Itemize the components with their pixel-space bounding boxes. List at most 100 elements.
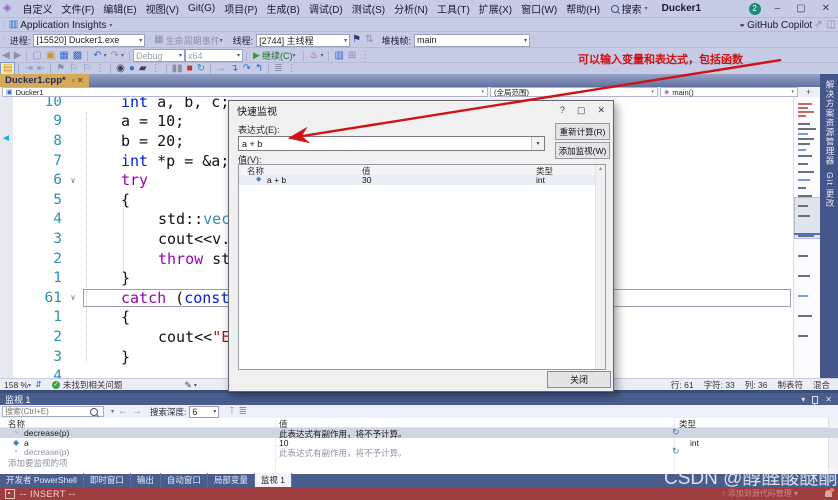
watch-row[interactable]: ◔ decrease(p) 此表达式有副作用，将不予计算。 ↻ xyxy=(0,446,838,458)
flag-threads-icon[interactable]: ⚑ xyxy=(350,34,363,46)
menu-工具(T)[interactable]: 工具(T) xyxy=(433,1,475,16)
copilot-label[interactable]: GitHub Copilot xyxy=(747,20,812,31)
edit-pencil-icon[interactable]: ✎ xyxy=(182,380,194,391)
panel-tab-即时窗口[interactable]: 即时窗口 xyxy=(84,473,131,487)
configuration-select[interactable]: Debug ▾ xyxy=(133,49,186,62)
watch-format-icon[interactable]: ≣ xyxy=(237,406,249,418)
menu-Git(G)[interactable]: Git(G) xyxy=(183,3,219,14)
watch-grid-header[interactable]: 名称 值 类型 xyxy=(0,418,838,429)
search-box[interactable]: 搜索 ▾ xyxy=(610,1,650,16)
reevaluate-button[interactable]: 重新计算(R) xyxy=(555,123,610,140)
menu-视图(V)[interactable]: 视图(V) xyxy=(141,1,183,16)
menu-自定义[interactable]: 自定义 xyxy=(18,1,57,16)
toggle-flagged-icon[interactable]: ⇅ xyxy=(363,34,375,46)
dialog-help-icon[interactable]: ? xyxy=(560,105,565,116)
toolbar-grip[interactable]: ⦙ xyxy=(533,35,535,45)
search-next-icon[interactable]: → xyxy=(130,406,144,418)
app-insights-dropdown-icon[interactable]: ▾ xyxy=(109,22,112,29)
menu-窗口(W)[interactable]: 窗口(W) xyxy=(517,1,562,16)
copilot-status-icon[interactable]: ◫ xyxy=(825,19,838,31)
side-tab-解决方案资源管理器[interactable]: 解决方案资源管理器 xyxy=(824,80,836,166)
panel-tab-局部变量[interactable]: 局部变量 xyxy=(208,473,255,487)
redo-icon-dropdown[interactable]: ▾ xyxy=(121,52,124,59)
scope-select[interactable]: (全局范围) ▾ xyxy=(490,87,658,97)
toolbar-grip[interactable]: ⦙ xyxy=(3,35,5,45)
watch-pin-values-icon[interactable]: ⊺ xyxy=(227,406,236,418)
panel-pin-icon[interactable] xyxy=(812,395,819,406)
fold-marker-icon[interactable]: ∨ xyxy=(66,176,80,185)
editor-minimap[interactable] xyxy=(793,97,823,378)
menu-文件(F)[interactable]: 文件(F) xyxy=(57,1,99,16)
toolbar-grip[interactable]: ⦙ xyxy=(3,20,5,30)
pencil-dropdown-icon[interactable]: ▾ xyxy=(194,382,197,389)
account-avatar[interactable]: 2 xyxy=(748,2,761,15)
menu-测试(S)[interactable]: 测试(S) xyxy=(347,1,389,16)
watch-row[interactable]: ◔ decrease(p) 此表达式有副作用，将不予计算。 ↻ xyxy=(0,427,838,439)
menu-调试(D)[interactable]: 调试(D) xyxy=(304,1,347,16)
hot-reload-icon-dropdown[interactable]: ▾ xyxy=(320,52,323,59)
continue-button[interactable]: ▶ 继续(C) ▾ xyxy=(250,49,300,62)
sync-icon[interactable]: ⇵ xyxy=(33,380,44,390)
dialog-close-button[interactable]: 关闭 xyxy=(547,371,611,388)
function-select[interactable]: ◈ main() ▾ xyxy=(660,87,798,97)
fold-marker-icon[interactable]: ∨ xyxy=(66,293,80,302)
menu-编辑(E)[interactable]: 编辑(E) xyxy=(99,1,141,16)
dialog-maximize-icon[interactable]: ▢ xyxy=(577,105,586,116)
watch-panel-title-bar[interactable]: 监视 1 ▾ ✕ xyxy=(0,393,838,406)
thread-select[interactable]: [2744] 主线程 ▾ xyxy=(256,33,351,47)
watch-window-icon[interactable]: ▥ xyxy=(332,50,345,62)
menu-项目(P)[interactable]: 项目(P) xyxy=(220,1,262,16)
window-layout-icon[interactable]: ⊞ xyxy=(346,50,358,62)
menu-扩展(X)[interactable]: 扩展(X) xyxy=(474,1,516,16)
dialog-grid-scrollbar[interactable]: ▴ xyxy=(595,165,605,369)
open-file-icon[interactable]: ▣ xyxy=(44,50,57,62)
hot-reload-icon[interactable]: ♨ xyxy=(307,50,320,62)
watch-row[interactable]: ◆ a 10 int xyxy=(0,438,838,448)
expression-input[interactable] xyxy=(239,137,531,150)
refresh-icon[interactable]: ↻ xyxy=(672,427,680,438)
watch-search-input[interactable] xyxy=(2,406,104,417)
expression-combobox[interactable]: ▾ xyxy=(238,136,545,151)
add-watch-row-label[interactable]: 添加要监视的项 xyxy=(8,457,68,469)
undo-icon-dropdown[interactable]: ▾ xyxy=(104,52,107,59)
project-select[interactable]: ▣ Ducker1 ▾ xyxy=(2,87,488,97)
minimize-button[interactable]: – xyxy=(767,3,789,14)
search-depth-select[interactable]: 6 ▾ xyxy=(189,405,220,418)
refresh-icon[interactable]: ↻ xyxy=(672,446,680,457)
menu-分析(N)[interactable]: 分析(N) xyxy=(390,1,433,16)
lifecycle-dropdown-icon[interactable]: ▾ xyxy=(220,37,223,44)
platform-select[interactable]: x64 ▾ xyxy=(185,49,244,62)
watch-search-dropdown-icon[interactable]: ▾ xyxy=(111,408,114,415)
panel-tab-监视 1[interactable]: 监视 1 xyxy=(254,473,293,487)
undo-icon[interactable]: ↶ xyxy=(91,50,103,62)
toolbar-grip[interactable]: ⦙ xyxy=(148,35,150,45)
new-file-icon[interactable]: ▢ xyxy=(30,50,43,62)
close-button[interactable]: ✕ xyxy=(814,3,838,14)
document-tab[interactable]: Ducker1.cpp* ▫ ✕ xyxy=(0,74,89,87)
save-all-icon[interactable]: ▩ xyxy=(71,50,84,62)
nav-forward-icon[interactable]: ▶ xyxy=(12,50,24,62)
copilot-open-icon[interactable]: ⇗ xyxy=(812,19,824,31)
process-select[interactable]: [15520] Ducker1.exe ▾ xyxy=(33,33,146,47)
panel-menu-icon[interactable]: ▾ xyxy=(801,395,805,404)
expression-dropdown-icon[interactable]: ▾ xyxy=(531,137,544,150)
search-prev-icon[interactable]: ← xyxy=(116,406,130,418)
nav-add-icon[interactable]: + xyxy=(806,87,811,97)
dialog-grid-row[interactable]: ◆ a + b 30 int xyxy=(239,175,596,185)
dialog-value-grid[interactable]: 名称 值 类型 ◆ a + b 30 int ▴ xyxy=(238,164,606,370)
toolbar-overflow-icon[interactable]: ⋮ xyxy=(358,50,372,62)
search-dropdown-icon[interactable]: ▾ xyxy=(645,5,648,12)
menu-生成(B)[interactable]: 生成(B) xyxy=(262,1,304,16)
app-insights-label[interactable]: Application Insights xyxy=(20,20,106,31)
notification-bell-icon[interactable] xyxy=(825,488,834,497)
pin-tab-icon[interactable]: ▫ xyxy=(72,76,75,85)
panel-tab-输出[interactable]: 输出 xyxy=(131,473,161,487)
menu-帮助(H)[interactable]: 帮助(H) xyxy=(562,1,605,16)
nav-back-icon[interactable]: ◀ xyxy=(0,50,12,62)
add-watch-button[interactable]: 添加监视(W) xyxy=(555,142,610,159)
panel-tab-开发者 PowerShell[interactable]: 开发者 PowerShell xyxy=(0,473,84,487)
dialog-title-bar[interactable]: 快速监视 ? ▢ ✕ xyxy=(229,101,613,119)
zoom-level[interactable]: 158 % xyxy=(4,380,28,390)
stack-frame-select[interactable]: main ▾ xyxy=(413,33,530,47)
panel-tab-自动窗口[interactable]: 自动窗口 xyxy=(161,473,208,487)
